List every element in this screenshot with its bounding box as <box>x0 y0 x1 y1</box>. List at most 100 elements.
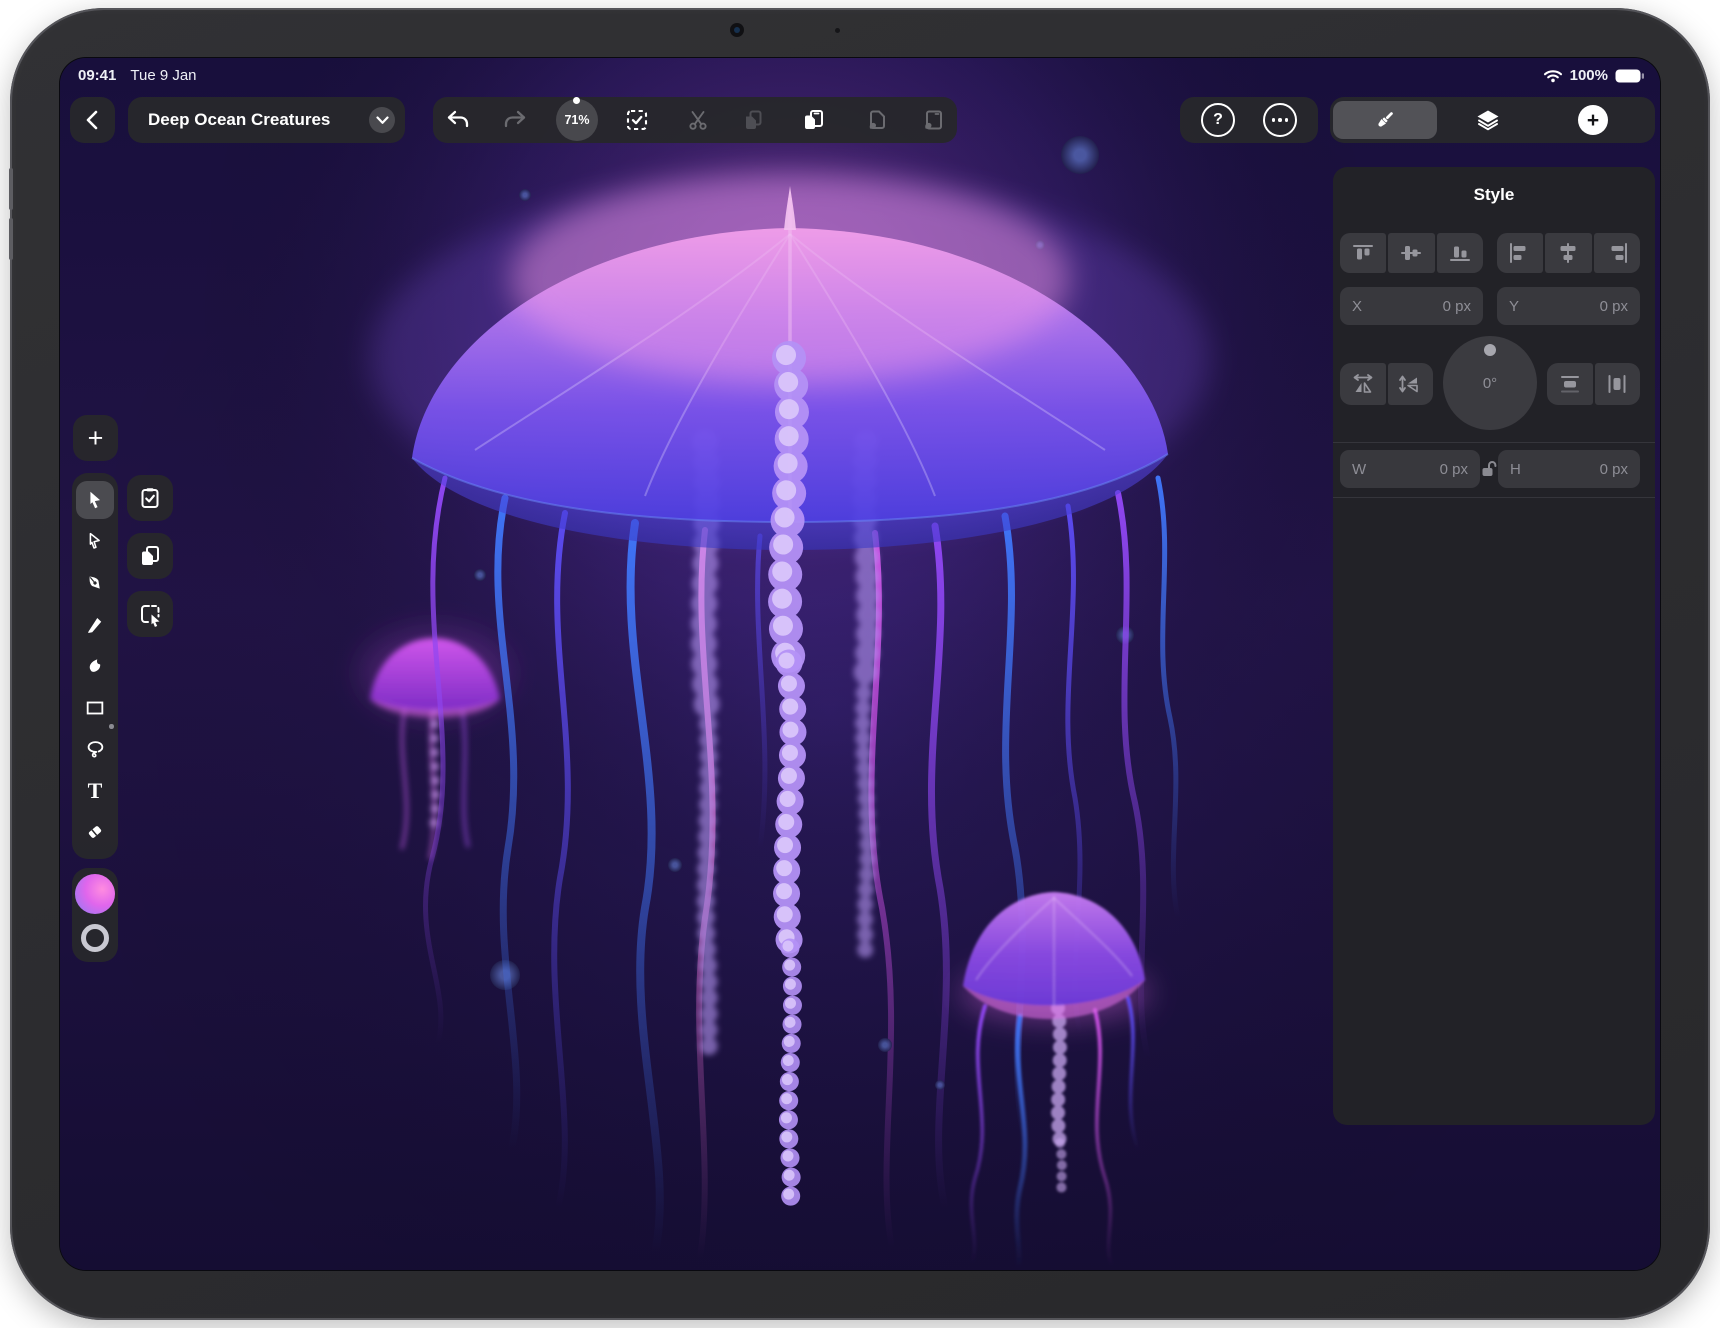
document-title: Deep Ocean Creatures <box>148 110 330 130</box>
fill-color-swatch[interactable] <box>75 874 115 914</box>
text-tool[interactable]: T <box>76 772 114 810</box>
paste-button[interactable] <box>793 97 833 143</box>
text-tool-glyph: T <box>88 780 103 802</box>
eraser-icon <box>84 821 106 843</box>
align-top-button[interactable] <box>1340 233 1386 273</box>
panel-divider <box>1333 442 1655 443</box>
artboard-select-button[interactable] <box>127 591 173 637</box>
pen-nib-icon <box>84 572 106 594</box>
wifi-icon <box>1543 69 1563 83</box>
selection-tool[interactable] <box>76 481 114 519</box>
clipboard-button[interactable] <box>127 475 173 521</box>
chevron-down-icon <box>376 116 389 125</box>
x-label: X <box>1352 298 1362 315</box>
panel-tab-bar: + <box>1330 97 1655 143</box>
y-label: Y <box>1509 298 1519 315</box>
volume-down-button <box>9 218 13 260</box>
mic-dot <box>835 28 840 33</box>
shape-tool-variant-dot <box>109 724 114 729</box>
select-all-button[interactable] <box>617 97 657 143</box>
lasso-icon <box>84 738 106 760</box>
beaded-arm <box>782 355 793 1206</box>
pencil-tool[interactable] <box>76 605 114 643</box>
clipboard-check-icon <box>138 486 162 510</box>
align-horizontal-center-button[interactable] <box>1545 233 1591 273</box>
x-value: 0 px <box>1443 298 1471 315</box>
node-tool[interactable] <box>76 522 114 560</box>
help-glyph: ? <box>1213 111 1223 129</box>
ellipsis-icon <box>1272 118 1288 122</box>
tab-layers[interactable] <box>1474 107 1502 133</box>
rectangle-icon <box>84 697 106 719</box>
align-right-button[interactable] <box>1594 233 1640 273</box>
battery-icon <box>1615 69 1644 83</box>
ipad-frame: 09:41 Tue 9 Jan 100% Deep Ocean Creature… <box>10 8 1710 1320</box>
zoom-level-button[interactable]: 71% <box>556 99 598 141</box>
brush-blob-icon <box>84 655 106 677</box>
rotation-dial[interactable]: 0° <box>1443 336 1537 430</box>
status-date: Tue 9 Jan <box>130 67 196 84</box>
document-title-button[interactable]: Deep Ocean Creatures <box>128 97 405 143</box>
node-cursor-icon <box>84 530 106 552</box>
battery-percent: 100% <box>1570 67 1608 84</box>
aspect-lock-button[interactable] <box>1480 459 1498 479</box>
edit-toolbar: 71% <box>433 97 957 143</box>
rotation-value: 0° <box>1483 375 1497 392</box>
status-time: 09:41 <box>78 67 116 84</box>
x-position-field[interactable]: X 0 px <box>1340 287 1483 325</box>
zoom-indicator-dot <box>573 97 580 104</box>
lasso-tool[interactable] <box>76 730 114 768</box>
zoom-level: 71% <box>564 113 589 127</box>
width-field[interactable]: W 0 px <box>1340 450 1480 488</box>
stroke-color-swatch[interactable] <box>81 924 109 952</box>
style-panel-title: Style <box>1333 185 1655 205</box>
align-bottom-button[interactable] <box>1437 233 1483 273</box>
tool-strip: T <box>72 473 118 859</box>
flip-vertical-button[interactable] <box>1388 363 1434 405</box>
brush-icon <box>1373 108 1397 132</box>
chevron-left-icon <box>82 108 104 132</box>
w-label: W <box>1352 461 1366 478</box>
height-field[interactable]: H 0 px <box>1498 450 1640 488</box>
rotation-dial-knob[interactable] <box>1484 344 1496 356</box>
flip-horizontal-button[interactable] <box>1340 363 1386 405</box>
flip-group <box>1340 363 1433 405</box>
duplicate-pages-icon <box>138 544 162 568</box>
pen-tool[interactable] <box>76 564 114 602</box>
shape-tool[interactable] <box>76 689 114 727</box>
status-bar-right: 100% <box>1543 67 1644 84</box>
tab-style[interactable] <box>1333 101 1437 139</box>
cursor-icon <box>84 489 106 511</box>
center-horizontally-button[interactable] <box>1595 363 1641 405</box>
y-value: 0 px <box>1600 298 1628 315</box>
plus-glyph: + <box>1587 110 1599 131</box>
w-value: 0 px <box>1440 461 1468 478</box>
more-options-button[interactable] <box>1263 103 1297 137</box>
y-position-field[interactable]: Y 0 px <box>1497 287 1640 325</box>
vertical-align-group <box>1340 233 1483 273</box>
copy-button[interactable] <box>733 97 773 143</box>
artboard-cursor-icon <box>138 602 163 627</box>
back-button[interactable] <box>70 97 115 143</box>
plus-glyph: + <box>88 425 104 452</box>
redo-button[interactable] <box>495 97 535 143</box>
add-shape-button[interactable]: + <box>73 415 118 461</box>
screen: 09:41 Tue 9 Jan 100% Deep Ocean Creature… <box>60 58 1660 1270</box>
center-group <box>1547 363 1640 405</box>
layers-icon <box>1475 108 1501 132</box>
paste-style-button[interactable] <box>857 97 897 143</box>
align-vertical-center-button[interactable] <box>1388 233 1434 273</box>
center-vertically-button[interactable] <box>1547 363 1593 405</box>
title-menu-chevron[interactable] <box>369 107 395 133</box>
cut-button[interactable] <box>678 97 718 143</box>
color-dock <box>72 868 118 962</box>
align-left-button[interactable] <box>1497 233 1543 273</box>
help-button[interactable]: ? <box>1201 103 1235 137</box>
add-panel-button[interactable]: + <box>1578 105 1608 135</box>
brush-tool[interactable] <box>76 647 114 685</box>
eraser-tool[interactable] <box>76 813 114 851</box>
paste-inside-button[interactable] <box>913 97 953 143</box>
front-camera <box>730 23 744 37</box>
duplicate-button[interactable] <box>127 533 173 579</box>
undo-button[interactable] <box>437 97 477 143</box>
